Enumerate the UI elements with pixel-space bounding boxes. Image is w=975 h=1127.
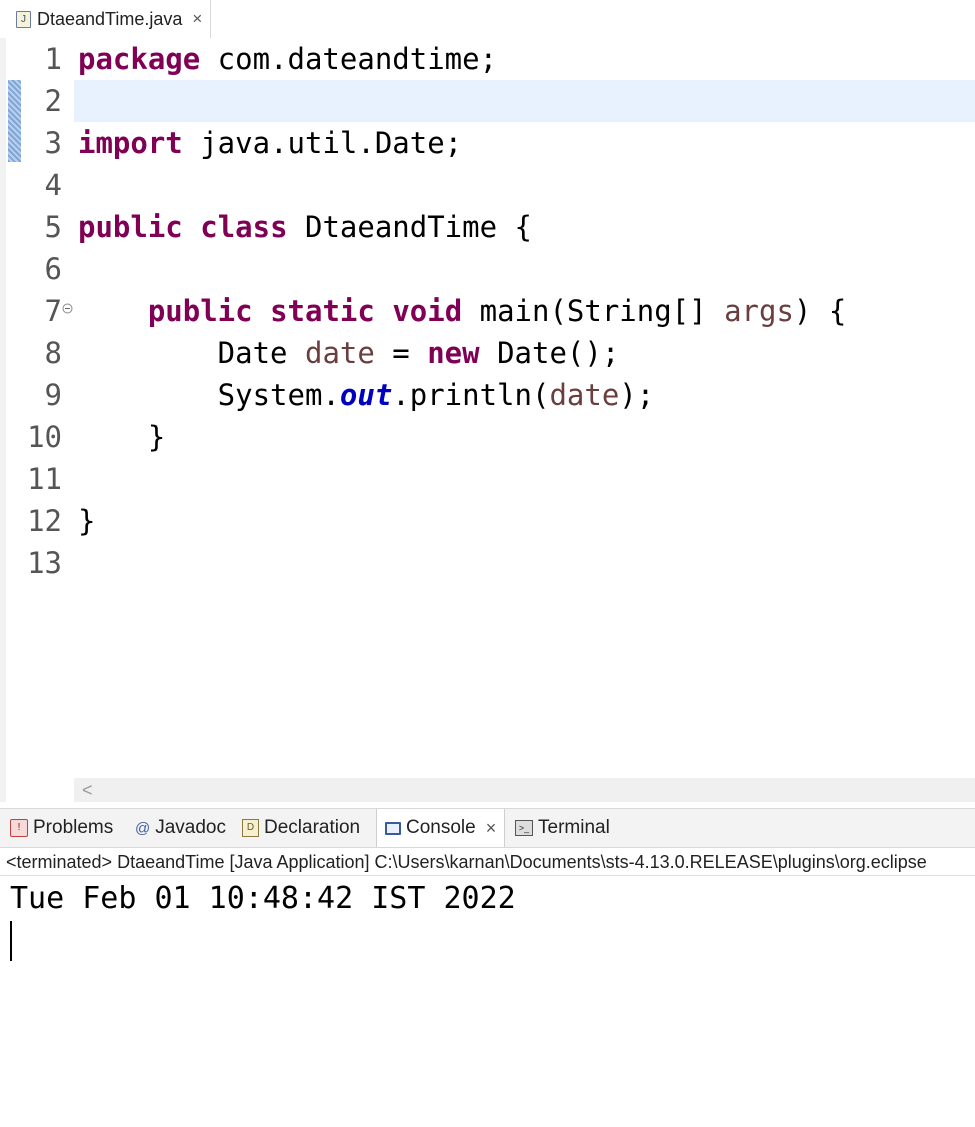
keyword: new	[427, 336, 480, 370]
variable: date	[304, 336, 375, 370]
code-text: com.dateandtime;	[200, 42, 498, 76]
keyword: import	[78, 126, 183, 160]
line-number: 5	[44, 210, 62, 244]
declaration-icon: D	[242, 819, 259, 837]
bottom-panel-tab-bar: ! Problems @ Javadoc D Declaration Conso…	[0, 808, 975, 848]
code-line: }	[78, 420, 166, 454]
code-text: System.	[78, 378, 340, 412]
line-number: 13	[27, 546, 62, 580]
tab-label: Terminal	[538, 817, 610, 838]
fold-collapse-icon[interactable]	[62, 303, 73, 314]
code-line: public static void main(String[] args) {	[78, 290, 846, 332]
console-output-text: Tue Feb 01 10:48:42 IST 2022	[10, 881, 516, 916]
line-number: 10	[27, 420, 62, 454]
tab-declaration[interactable]: D Declaration	[242, 809, 360, 847]
editor-left-ruler	[0, 38, 6, 802]
variable: date	[549, 378, 620, 412]
current-line-highlight	[74, 80, 975, 122]
line-number: 1	[44, 42, 62, 76]
horizontal-scrollbar[interactable]: <	[74, 778, 975, 802]
text-cursor	[10, 921, 12, 961]
tab-javadoc[interactable]: @ Javadoc	[135, 809, 226, 847]
keyword: package	[78, 42, 201, 76]
console-status-line: <terminated> DtaeandTime [Java Applicati…	[0, 848, 975, 876]
tab-terminal[interactable]: >_ Terminal	[515, 809, 610, 847]
tab-label: Declaration	[264, 817, 361, 838]
keyword: class	[200, 210, 288, 244]
problems-icon: !	[10, 819, 28, 837]
code-text: ) {	[793, 294, 847, 328]
line-number: 9	[44, 378, 62, 412]
tab-problems[interactable]: ! Problems	[10, 809, 113, 847]
tab-console[interactable]: Console ×	[376, 809, 506, 847]
code-text: java.util.Date;	[182, 126, 463, 160]
console-icon	[385, 821, 401, 835]
line-number: 2	[44, 84, 62, 118]
line-number: 7	[44, 294, 62, 328]
editor-tab-bar: J DtaeandTime.java ×	[0, 0, 975, 39]
java-file-icon: J	[16, 10, 31, 28]
at-icon: @	[135, 819, 151, 837]
code-text: =	[374, 336, 428, 370]
line-number: 12	[27, 504, 62, 538]
line-number: 3	[44, 126, 62, 160]
tab-label: Console	[406, 817, 476, 838]
tab-label: Javadoc	[155, 817, 227, 838]
keyword: public	[78, 210, 183, 244]
line-number: 11	[27, 462, 62, 496]
close-icon[interactable]: ×	[192, 9, 202, 29]
static-field: out	[339, 378, 393, 412]
code-text: Date();	[479, 336, 620, 370]
code-line: public class DtaeandTime {	[78, 206, 532, 248]
code-line: import java.util.Date;	[78, 122, 462, 164]
code-text: Date	[78, 336, 305, 370]
tab-label: Problems	[33, 817, 114, 838]
editor-tab-dtaeandtime-java[interactable]: J DtaeandTime.java ×	[6, 0, 212, 38]
line-number: 6	[44, 252, 62, 286]
line-number: 8	[44, 336, 62, 370]
keyword: static	[270, 294, 375, 328]
variable: args	[724, 294, 794, 328]
editor-tab-label: DtaeandTime.java	[37, 8, 183, 29]
code-text: );	[619, 378, 655, 412]
code-line: Date date = new Date();	[78, 332, 620, 374]
line-number: 4	[44, 168, 62, 202]
code-editor[interactable]: 1 2 3 4 5 6 7 8 9 10 11 12 13 package co…	[0, 38, 975, 802]
code-text-area[interactable]: package com.dateandtime; import java.uti…	[74, 38, 975, 778]
keyword: void	[392, 294, 463, 328]
code-text: main(String[]	[462, 294, 725, 328]
code-text: DtaeandTime {	[287, 210, 532, 244]
keyword: public	[147, 294, 253, 328]
code-text: .println(	[392, 378, 550, 412]
code-line: }	[78, 504, 96, 538]
code-line: package com.dateandtime;	[78, 38, 497, 80]
scroll-left-icon[interactable]: <	[82, 780, 93, 801]
terminal-icon: >_	[515, 820, 533, 836]
code-line: System.out.println(date);	[78, 374, 655, 416]
line-number-gutter: 1 2 3 4 5 6 7 8 9 10 11 12 13	[22, 38, 74, 778]
close-icon[interactable]: ×	[486, 818, 497, 839]
console-output-area[interactable]: Tue Feb 01 10:48:42 IST 2022	[0, 876, 975, 1127]
